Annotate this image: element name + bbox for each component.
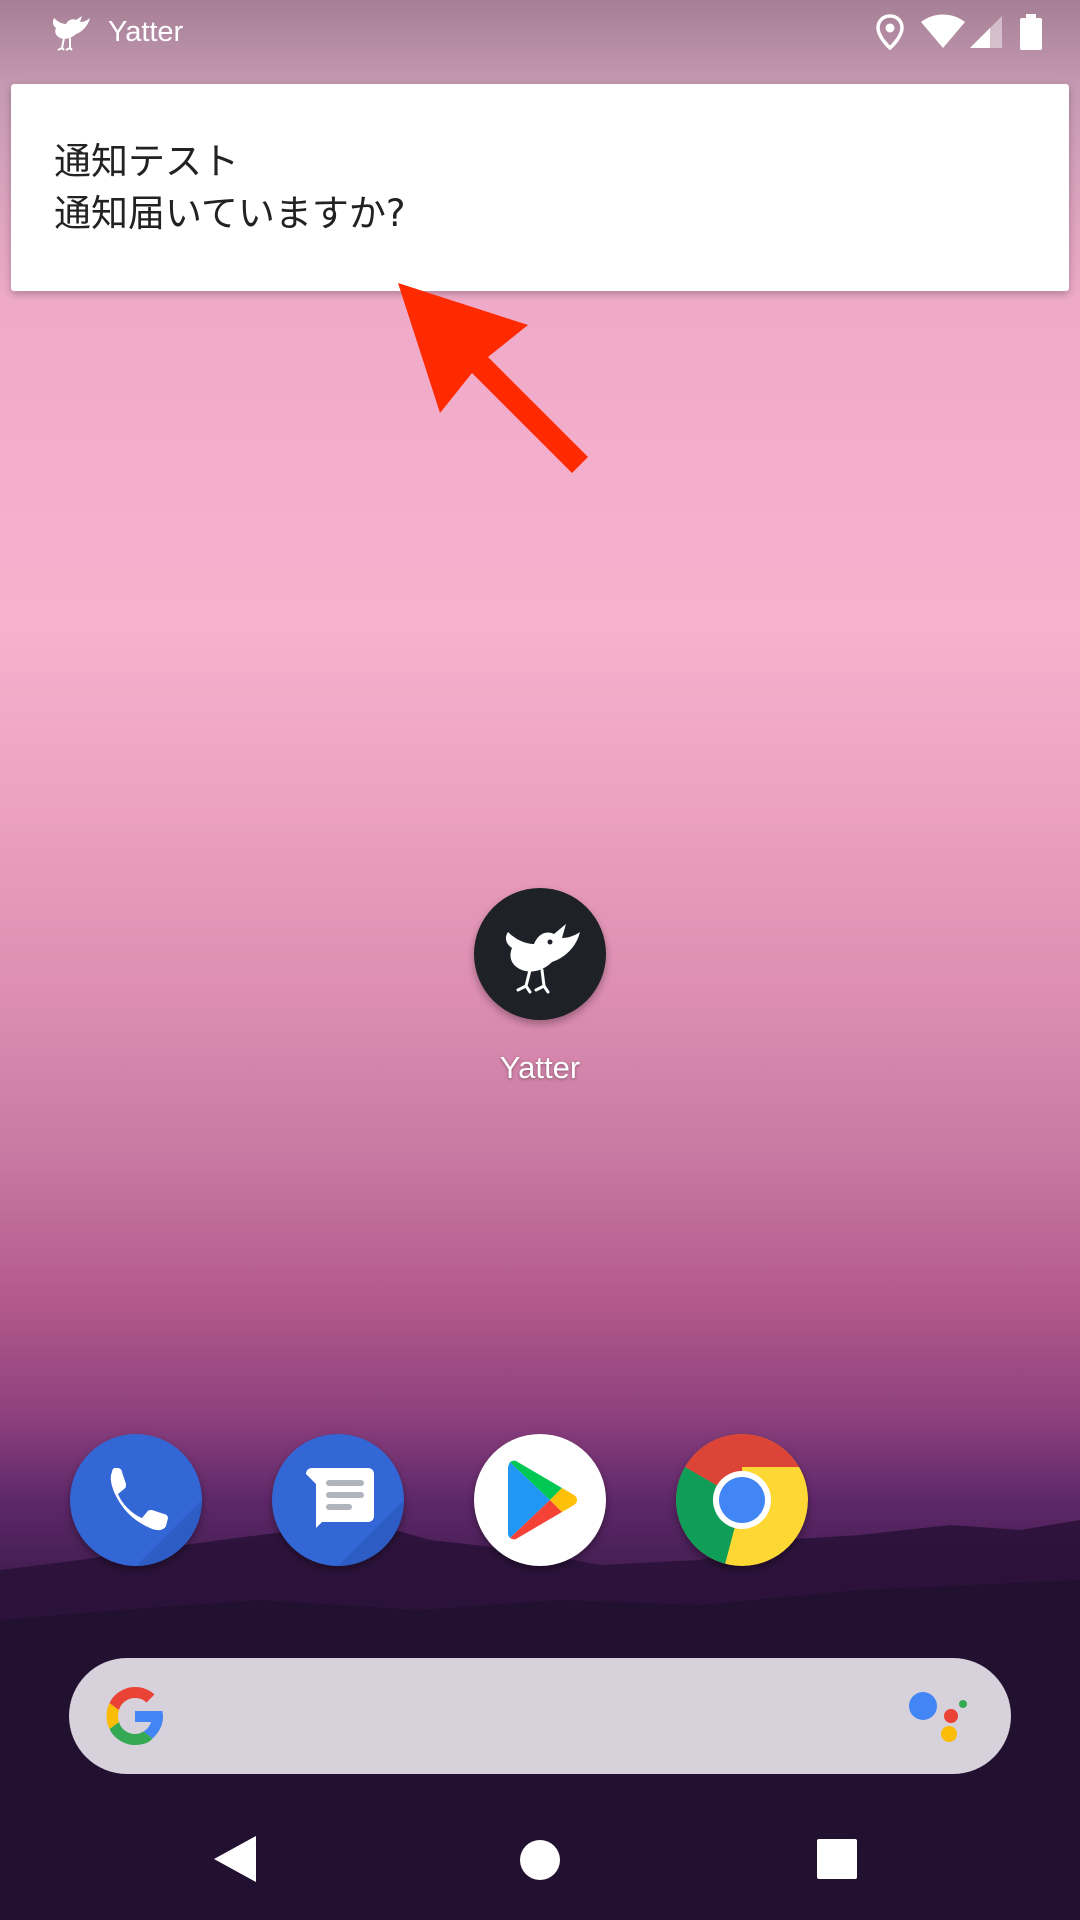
wifi-icon: [921, 14, 965, 48]
navigation-bar: [0, 1800, 1080, 1920]
battery-icon: [1020, 14, 1042, 50]
recents-icon[interactable]: [816, 1838, 858, 1880]
status-app-name: Yatter: [108, 16, 184, 48]
phone-app-icon[interactable]: [70, 1434, 202, 1566]
notification-title: 通知テスト: [54, 140, 239, 183]
bird-icon: [52, 16, 90, 51]
google-search-bar[interactable]: [69, 1658, 1011, 1774]
signal-icon: [970, 16, 1002, 48]
play-store-app-icon[interactable]: [474, 1434, 606, 1566]
bird-icon: [505, 924, 580, 994]
back-icon[interactable]: [212, 1834, 260, 1884]
chrome-icon: [676, 1434, 808, 1566]
yatter-app-label: Yatter: [499, 1050, 581, 1085]
yatter-app-icon[interactable]: [474, 888, 606, 1020]
phone-icon: [110, 1468, 202, 1566]
home-icon[interactable]: [518, 1838, 562, 1882]
notification-text: 通知届いていますか?: [54, 192, 406, 235]
chrome-app-icon[interactable]: [676, 1434, 808, 1566]
annotation-arrow: [398, 283, 588, 473]
messages-app-icon[interactable]: [272, 1434, 404, 1566]
play-store-icon: [508, 1460, 577, 1540]
location-icon: [876, 14, 904, 50]
status-bar: Yatter: [0, 0, 1080, 64]
messages-icon: [306, 1468, 404, 1566]
assistant-icon[interactable]: [907, 1686, 971, 1750]
notification-card[interactable]: 通知テスト 通知届いていますか?: [11, 84, 1069, 291]
home-screen: Yatter 通知テスト 通知届いていますか? Yatter: [0, 0, 1080, 1920]
google-g-icon: [106, 1687, 163, 1745]
